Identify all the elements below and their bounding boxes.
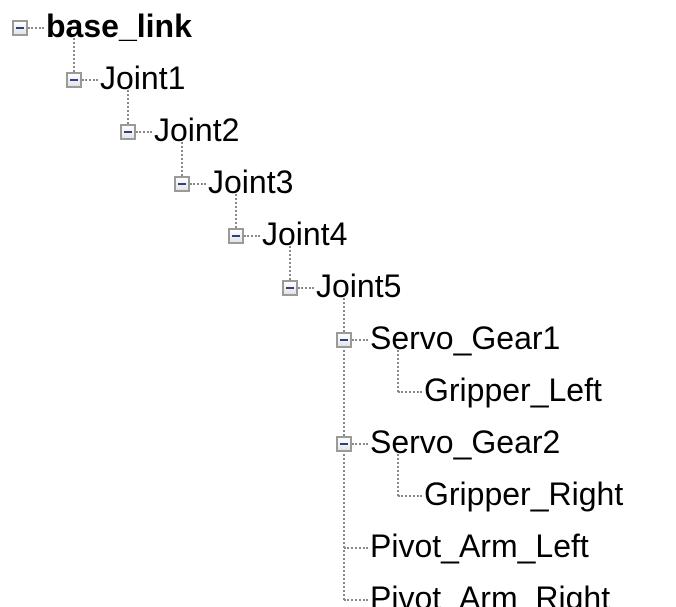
tree-view[interactable]: base_link Joint1 Joint2 Joint3 Joint4 Joint5 S… [0,0,676,607]
tree-node-joint4[interactable]: Joint4 [262,216,347,252]
tree-node-base-link[interactable]: base_link [46,8,192,44]
tree-node-joint1[interactable]: Joint1 [100,60,185,96]
tree-connector-horizontal [398,391,422,393]
collapse-toggle-icon[interactable] [12,20,28,36]
minus-icon [70,79,78,81]
tree-connector-horizontal [136,131,152,133]
tree-node-pivot-arm-left[interactable]: Pivot_Arm_Left [370,528,589,564]
tree-connector-horizontal [244,235,260,237]
tree-connector-horizontal [190,183,206,185]
tree-node-joint3[interactable]: Joint3 [208,164,293,200]
tree-node-servo-gear1[interactable]: Servo_Gear1 [370,320,560,356]
collapse-toggle-icon[interactable] [336,436,352,452]
minus-icon [286,287,294,289]
tree-connector-horizontal [352,443,368,445]
tree-connector-horizontal [28,27,44,29]
tree-connector-horizontal [398,495,422,497]
minus-icon [340,443,348,445]
tree-node-servo-gear2[interactable]: Servo_Gear2 [370,424,560,460]
tree-node-joint2[interactable]: Joint2 [154,112,239,148]
tree-connector-horizontal [344,599,368,601]
minus-icon [340,339,348,341]
collapse-toggle-icon[interactable] [336,332,352,348]
tree-node-joint5[interactable]: Joint5 [316,268,401,304]
collapse-toggle-icon[interactable] [282,280,298,296]
minus-icon [124,131,132,133]
minus-icon [16,27,24,29]
tree-connector-horizontal [298,287,314,289]
tree-connector-horizontal [344,547,368,549]
collapse-toggle-icon[interactable] [174,176,190,192]
tree-node-gripper-right[interactable]: Gripper_Right [424,476,623,512]
minus-icon [178,183,186,185]
collapse-toggle-icon[interactable] [66,72,82,88]
minus-icon [232,235,240,237]
tree-connector-horizontal [82,79,98,81]
tree-connector-horizontal [352,339,368,341]
collapse-toggle-icon[interactable] [228,228,244,244]
collapse-toggle-icon[interactable] [120,124,136,140]
tree-node-gripper-left[interactable]: Gripper_Left [424,372,602,408]
tree-node-pivot-arm-right[interactable]: Pivot_Arm_Right [370,580,610,607]
